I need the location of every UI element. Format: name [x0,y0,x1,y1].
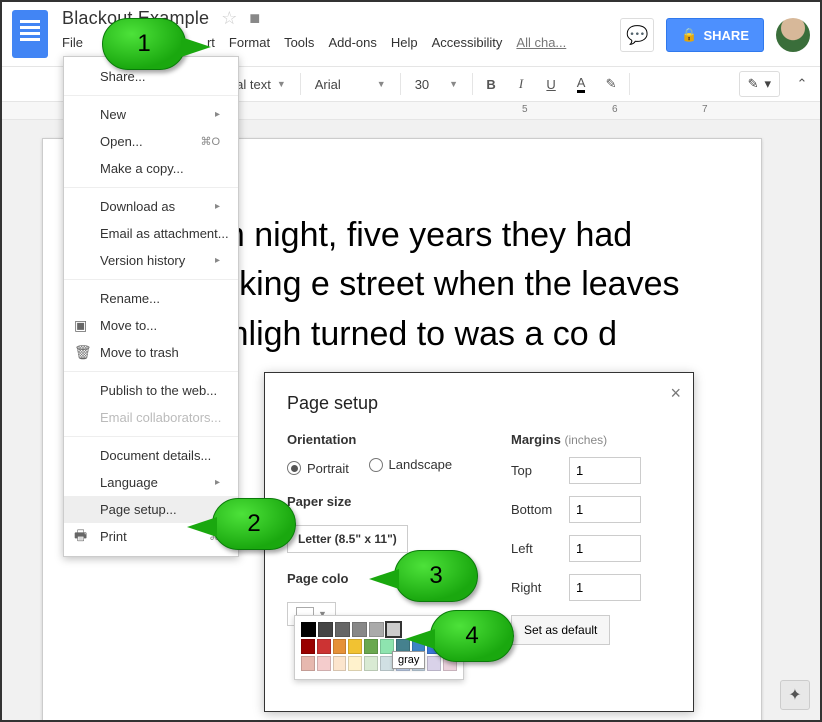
share-button[interactable]: 🔒 SHARE [666,18,764,52]
font-size-select[interactable]: 30▼ [405,77,468,92]
italic-button[interactable]: I [507,70,535,98]
close-icon[interactable]: × [670,383,681,404]
avatar[interactable] [776,18,810,52]
callout-1: 1 [102,18,186,70]
menu-email-collab: Email collaborators... [64,404,238,431]
underline-button[interactable]: U [537,70,565,98]
swatch-gray[interactable] [386,622,401,637]
radio-portrait[interactable]: Portrait [287,461,349,476]
editing-mode-button[interactable]: ✎▾ [739,71,780,97]
menu-download[interactable]: Download as▸ [64,193,238,220]
menu-addons[interactable]: Add-ons [328,35,376,50]
swatch[interactable] [333,639,347,654]
margin-bottom-input[interactable] [569,496,641,523]
dialog-title: Page setup [287,393,671,414]
menu-all-changes[interactable]: All cha... [516,35,566,50]
lock-icon: 🔒 [681,27,697,43]
menu-version-history[interactable]: Version history▸ [64,247,238,274]
print-icon: 🖶 [74,525,87,549]
swatch[interactable] [333,656,347,671]
star-icon[interactable]: ☆ [221,8,237,29]
swatch-darkgray4[interactable] [318,622,333,637]
menu-accessibility[interactable]: Accessibility [432,35,503,50]
bold-button[interactable]: B [477,70,505,98]
margin-right-input[interactable] [569,574,641,601]
menu-move-trash[interactable]: 🗑Move to trash [64,339,238,366]
swatch-tooltip: gray [392,651,425,669]
margin-top-input[interactable] [569,457,641,484]
docs-app-icon[interactable] [12,10,48,58]
swatch[interactable] [348,639,362,654]
menu-make-copy[interactable]: Make a copy... [64,155,238,182]
swatch-darkgray2[interactable] [352,622,367,637]
expand-up-icon[interactable]: ⌃ [788,70,816,98]
paper-size-select[interactable]: Letter (8.5" x 11") [287,525,408,553]
menu-doc-details[interactable]: Document details... [64,442,238,469]
swatch[interactable] [364,639,378,654]
margin-left-label: Left [511,541,559,556]
callout-2: 2 [212,498,296,550]
swatch[interactable] [348,656,362,671]
margin-left-input[interactable] [569,535,641,562]
ruler-tick: 7 [702,104,708,115]
menu-format[interactable]: Format [229,35,270,50]
explore-icon[interactable]: ✦ [780,680,810,710]
menu-move-to[interactable]: ▣Move to... [64,312,238,339]
menu-email-attachment[interactable]: Email as attachment... [64,220,238,247]
swatch[interactable] [364,656,378,671]
swatch[interactable] [317,639,331,654]
highlight-button[interactable]: ✎ [597,70,625,98]
menu-file[interactable]: File [62,35,83,50]
menu-language[interactable]: Language▸ [64,469,238,496]
margins-label: Margins (inches) [511,432,671,447]
swatch-darkgray3[interactable] [335,622,350,637]
menu-publish[interactable]: Publish to the web... [64,377,238,404]
pencil-icon: ✎ [748,76,759,92]
file-menu-dropdown: Share... New▸ Open...⌘O Make a copy... D… [63,56,239,557]
text-color-button[interactable]: A [567,70,595,98]
swatch[interactable] [301,656,315,671]
set-default-button[interactable]: Set as default [511,615,610,645]
ruler-tick: 5 [522,104,528,115]
ruler-tick: 6 [612,104,618,115]
comments-icon[interactable]: 💬 [620,18,654,52]
folder-icon: ▣ [74,317,87,334]
menu-new[interactable]: New▸ [64,101,238,128]
menu-open[interactable]: Open...⌘O [64,128,238,155]
menu-tools[interactable]: Tools [284,35,314,50]
trash-icon: 🗑 [74,344,92,361]
menu-help[interactable]: Help [391,35,418,50]
swatch-darkgray1[interactable] [369,622,384,637]
menu-rename[interactable]: Rename... [64,285,238,312]
swatch[interactable] [301,639,315,654]
callout-3: 3 [394,550,478,602]
share-label: SHARE [703,28,749,43]
font-select[interactable]: Arial▼ [305,77,396,92]
orientation-label: Orientation [287,432,511,447]
margin-bottom-label: Bottom [511,502,559,517]
callout-4: 4 [430,610,514,662]
paper-size-label: Paper size [287,494,511,509]
swatch[interactable] [317,656,331,671]
margin-right-label: Right [511,580,559,595]
margin-top-label: Top [511,463,559,478]
swatch-black[interactable] [301,622,316,637]
radio-landscape[interactable]: Landscape [369,457,453,472]
folder-icon[interactable]: ■ [249,8,260,29]
